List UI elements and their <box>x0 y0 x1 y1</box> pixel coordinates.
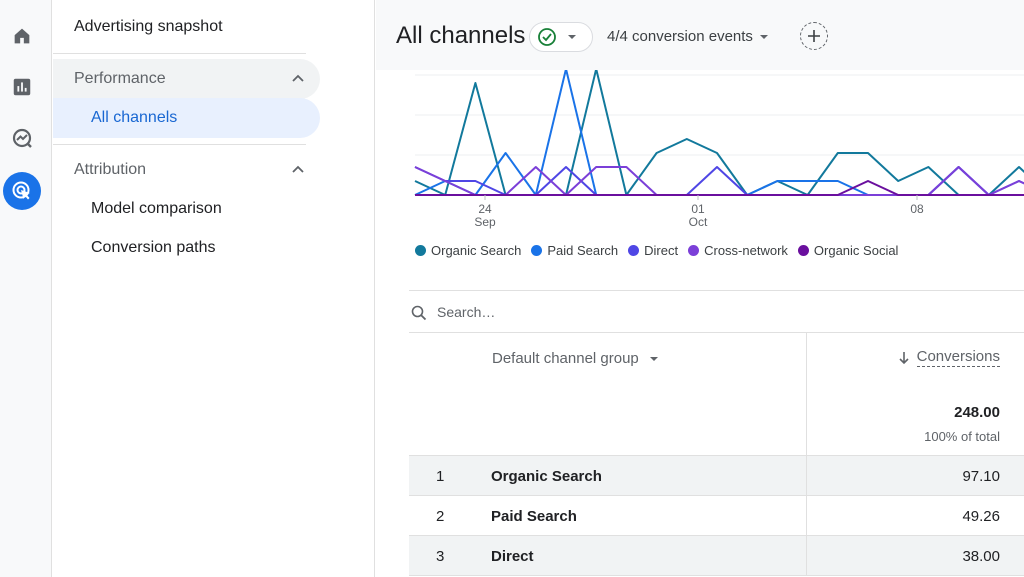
row-index: 3 <box>436 548 445 565</box>
x-tick-label-month: Oct <box>689 215 708 229</box>
row-channel: Paid Search <box>491 508 577 525</box>
divider <box>53 144 306 145</box>
status-dropdown[interactable] <box>529 22 593 52</box>
legend-swatch <box>628 245 640 256</box>
data-table: Default channel group Conversions 248.00… <box>409 333 1024 576</box>
series-line-cross-network <box>414 166 1024 196</box>
divider <box>53 53 306 54</box>
table-row[interactable]: 3 Direct 38.00 <box>409 536 1024 576</box>
legend-item[interactable]: Organic Search <box>415 243 521 258</box>
advertising-icon[interactable] <box>3 172 41 210</box>
legend-item[interactable]: Direct <box>628 243 678 258</box>
sort-descending-icon <box>899 351 909 364</box>
add-comparison-button[interactable] <box>800 22 828 50</box>
column-divider <box>806 333 807 456</box>
legend-swatch <box>415 245 426 256</box>
conversion-events-dropdown[interactable]: 4/4 conversion events <box>607 28 769 45</box>
caret-down-icon <box>759 34 768 39</box>
sidebar-item-label: Model comparison <box>91 200 222 217</box>
search-bar <box>409 290 1024 333</box>
table-row[interactable]: 2 Paid Search 49.26 <box>409 496 1024 536</box>
dimension-header-label: Default channel group <box>492 350 639 367</box>
legend-label: Organic Search <box>431 243 522 258</box>
legend-swatch <box>797 245 809 256</box>
caret-down-icon <box>649 356 658 361</box>
sidebar-item-label: All channels <box>91 109 178 126</box>
sidebar-item-conversion-paths[interactable]: Conversion paths <box>53 228 320 268</box>
dimension-header-dropdown[interactable]: Default channel group <box>492 350 659 367</box>
table-row[interactable]: 1 Organic Search 97.10 <box>409 456 1024 496</box>
caret-down-icon <box>568 35 576 39</box>
sidebar-section-performance[interactable]: Performance <box>53 59 320 99</box>
row-channel: Organic Search <box>491 468 602 485</box>
row-conversions: 49.26 <box>962 508 1000 525</box>
column-divider <box>806 496 807 536</box>
legend-label: Organic Social <box>813 243 899 258</box>
metric-header-conversions[interactable]: Conversions <box>897 348 1000 367</box>
conversion-events-label: 4/4 conversion events <box>607 28 753 45</box>
search-icon <box>411 305 427 321</box>
sidebar-item-all-channels[interactable]: All channels <box>53 98 320 138</box>
legend-label: Direct <box>644 243 679 258</box>
sidebar-section-label: Attribution <box>74 161 147 178</box>
row-conversions: 38.00 <box>962 548 1000 565</box>
row-index: 1 <box>436 468 445 485</box>
sidebar-item-label: Conversion paths <box>91 239 216 256</box>
column-divider <box>806 456 807 496</box>
home-icon[interactable] <box>6 20 38 52</box>
sidebar-section-label: Performance <box>74 70 166 87</box>
check-circle-icon <box>538 28 556 46</box>
series-line-organic-search <box>414 70 1024 196</box>
plus-icon <box>808 30 820 42</box>
legend-item[interactable]: Paid Search <box>531 243 618 258</box>
x-tick-label-day: 08 <box>910 202 924 216</box>
column-divider <box>806 536 807 576</box>
reports-icon[interactable] <box>6 71 38 103</box>
metric-header-label: Conversions <box>916 348 1000 367</box>
left-nav-rail <box>0 0 52 577</box>
legend-label: Paid Search <box>547 243 619 258</box>
sidebar-section-attribution[interactable]: Attribution <box>53 150 320 190</box>
sidebar-item-model-comparison[interactable]: Model comparison <box>53 189 320 229</box>
x-tick-label-month: Sep <box>474 215 496 229</box>
series-line-organic-social <box>415 180 1024 196</box>
series-line-paid-search <box>414 70 1024 196</box>
chevron-up-icon <box>292 74 304 82</box>
page-header: All channels 4/4 conversion events <box>376 0 1024 70</box>
legend-swatch <box>531 245 543 256</box>
x-tick-label-day: 01 <box>691 202 705 216</box>
legend-item[interactable]: Cross-network <box>688 243 788 258</box>
legend-label: Cross-network <box>704 243 788 258</box>
x-tick-label-day: 24 <box>478 202 492 216</box>
chart-legend: Organic Search Paid Search Direct Cross-net… <box>415 243 898 258</box>
row-index: 2 <box>436 508 445 525</box>
total-percent: 100% of total <box>924 429 1000 444</box>
search-input[interactable] <box>437 301 937 323</box>
explore-icon[interactable] <box>6 122 38 154</box>
legend-item[interactable]: Organic Social <box>797 243 899 258</box>
sidebar: Advertising snapshot Performance All cha… <box>53 0 375 577</box>
legend-swatch <box>688 245 700 256</box>
table-header: Default channel group Conversions 248.00… <box>409 333 1024 456</box>
chevron-up-icon <box>292 165 304 173</box>
sidebar-title[interactable]: Advertising snapshot <box>74 18 223 36</box>
row-conversions: 97.10 <box>962 468 1000 485</box>
page-title: All channels <box>396 22 526 49</box>
row-channel: Direct <box>491 548 534 565</box>
line-chart: 24Sep 01Oct 08 <box>414 70 1024 229</box>
total-value: 248.00 <box>954 404 1000 421</box>
